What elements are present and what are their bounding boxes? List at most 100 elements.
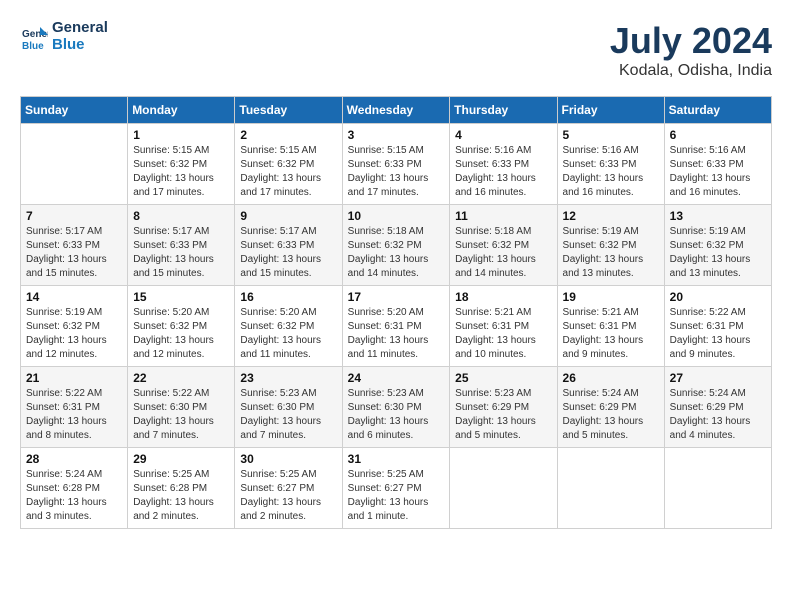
day-info: Sunrise: 5:16 AM Sunset: 6:33 PM Dayligh…	[563, 144, 659, 200]
title-block: July 2024 Kodala, Odisha, India	[610, 20, 772, 80]
day-info: Sunrise: 5:19 AM Sunset: 6:32 PM Dayligh…	[26, 306, 122, 362]
calendar-cell: 6 Sunrise: 5:16 AM Sunset: 6:33 PM Daylig…	[664, 124, 771, 205]
day-number: 30	[240, 452, 336, 466]
day-number: 21	[26, 371, 122, 385]
week-row-3: 14 Sunrise: 5:19 AM Sunset: 6:32 PM Dayli…	[21, 286, 772, 367]
calendar-cell: 18 Sunrise: 5:21 AM Sunset: 6:31 PM Dayli…	[450, 286, 557, 367]
calendar-cell: 30 Sunrise: 5:25 AM Sunset: 6:27 PM Dayli…	[235, 448, 342, 529]
header-friday: Friday	[557, 97, 664, 124]
day-number: 14	[26, 290, 122, 304]
day-number: 7	[26, 209, 122, 223]
calendar-cell: 14 Sunrise: 5:19 AM Sunset: 6:32 PM Dayli…	[21, 286, 128, 367]
day-number: 6	[670, 128, 766, 142]
logo-icon: General Blue	[20, 23, 48, 51]
calendar-cell: 4Sunrise: 5:16 AM Sunset: 6:33 PM Daylig…	[450, 124, 557, 205]
header-monday: Monday	[128, 97, 235, 124]
day-number: 3	[348, 128, 445, 142]
day-number: 31	[348, 452, 445, 466]
header-wednesday: Wednesday	[342, 97, 450, 124]
day-number: 28	[26, 452, 122, 466]
day-number: 10	[348, 209, 445, 223]
day-number: 24	[348, 371, 445, 385]
day-info: Sunrise: 5:21 AM Sunset: 6:31 PM Dayligh…	[455, 306, 551, 362]
day-number: 23	[240, 371, 336, 385]
day-info: Sunrise: 5:19 AM Sunset: 6:32 PM Dayligh…	[563, 225, 659, 281]
day-number: 26	[563, 371, 659, 385]
header-tuesday: Tuesday	[235, 97, 342, 124]
day-info: Sunrise: 5:17 AM Sunset: 6:33 PM Dayligh…	[26, 225, 122, 281]
day-info: Sunrise: 5:18 AM Sunset: 6:32 PM Dayligh…	[348, 225, 445, 281]
day-number: 5	[563, 128, 659, 142]
calendar-cell: 5 Sunrise: 5:16 AM Sunset: 6:33 PM Daylig…	[557, 124, 664, 205]
day-info: Sunrise: 5:25 AM Sunset: 6:28 PM Dayligh…	[133, 468, 229, 524]
day-number: 1	[133, 128, 229, 142]
logo-blue: Blue	[52, 37, 108, 54]
week-row-5: 28 Sunrise: 5:24 AM Sunset: 6:28 PM Dayli…	[21, 448, 772, 529]
logo-general: General	[52, 20, 108, 37]
day-number: 15	[133, 290, 229, 304]
calendar-cell: 2 Sunrise: 5:15 AM Sunset: 6:32 PM Daylig…	[235, 124, 342, 205]
calendar-cell: 7 Sunrise: 5:17 AM Sunset: 6:33 PM Daylig…	[21, 205, 128, 286]
calendar-cell: 24Sunrise: 5:23 AM Sunset: 6:30 PM Dayli…	[342, 367, 450, 448]
day-number: 12	[563, 209, 659, 223]
calendar-cell: 3 Sunrise: 5:15 AM Sunset: 6:33 PM Daylig…	[342, 124, 450, 205]
day-info: Sunrise: 5:17 AM Sunset: 6:33 PM Dayligh…	[240, 225, 336, 281]
day-info: Sunrise: 5:25 AM Sunset: 6:27 PM Dayligh…	[348, 468, 445, 524]
page-header: General Blue General Blue July 2024 Koda…	[20, 20, 772, 80]
day-info: Sunrise: 5:24 AM Sunset: 6:29 PM Dayligh…	[670, 387, 766, 443]
calendar-cell: 13 Sunrise: 5:19 AM Sunset: 6:32 PM Dayli…	[664, 205, 771, 286]
day-info: Sunrise: 5:24 AM Sunset: 6:29 PM Dayligh…	[563, 387, 659, 443]
calendar-cell: 8Sunrise: 5:17 AM Sunset: 6:33 PM Daylig…	[128, 205, 235, 286]
day-number: 8	[133, 209, 229, 223]
calendar-cell	[557, 448, 664, 529]
day-info: Sunrise: 5:18 AM Sunset: 6:32 PM Dayligh…	[455, 225, 551, 281]
day-info: Sunrise: 5:19 AM Sunset: 6:32 PM Dayligh…	[670, 225, 766, 281]
day-info: Sunrise: 5:16 AM Sunset: 6:33 PM Dayligh…	[670, 144, 766, 200]
day-info: Sunrise: 5:20 AM Sunset: 6:32 PM Dayligh…	[133, 306, 229, 362]
day-info: Sunrise: 5:25 AM Sunset: 6:27 PM Dayligh…	[240, 468, 336, 524]
logo: General Blue General Blue	[20, 20, 108, 53]
day-info: Sunrise: 5:16 AM Sunset: 6:33 PM Dayligh…	[455, 144, 551, 200]
calendar-cell: 31 Sunrise: 5:25 AM Sunset: 6:27 PM Dayli…	[342, 448, 450, 529]
calendar-cell: 28 Sunrise: 5:24 AM Sunset: 6:28 PM Dayli…	[21, 448, 128, 529]
calendar-cell: 1 Sunrise: 5:15 AM Sunset: 6:32 PM Daylig…	[128, 124, 235, 205]
header-thursday: Thursday	[450, 97, 557, 124]
day-info: Sunrise: 5:15 AM Sunset: 6:32 PM Dayligh…	[133, 144, 229, 200]
day-info: Sunrise: 5:23 AM Sunset: 6:29 PM Dayligh…	[455, 387, 551, 443]
calendar-cell: 19 Sunrise: 5:21 AM Sunset: 6:31 PM Dayli…	[557, 286, 664, 367]
day-number: 18	[455, 290, 551, 304]
day-info: Sunrise: 5:15 AM Sunset: 6:32 PM Dayligh…	[240, 144, 336, 200]
day-info: Sunrise: 5:21 AM Sunset: 6:31 PM Dayligh…	[563, 306, 659, 362]
location-subtitle: Kodala, Odisha, India	[610, 62, 772, 80]
calendar-cell: 22 Sunrise: 5:22 AM Sunset: 6:30 PM Dayli…	[128, 367, 235, 448]
day-number: 22	[133, 371, 229, 385]
day-number: 25	[455, 371, 551, 385]
day-info: Sunrise: 5:23 AM Sunset: 6:30 PM Dayligh…	[240, 387, 336, 443]
day-number: 13	[670, 209, 766, 223]
calendar-cell: 10 Sunrise: 5:18 AM Sunset: 6:32 PM Dayli…	[342, 205, 450, 286]
calendar-cell: 25 Sunrise: 5:23 AM Sunset: 6:29 PM Dayli…	[450, 367, 557, 448]
calendar-header-row: SundayMondayTuesdayWednesdayThursdayFrid…	[21, 97, 772, 124]
month-year-title: July 2024	[610, 20, 772, 62]
calendar-cell: 29 Sunrise: 5:25 AM Sunset: 6:28 PM Dayli…	[128, 448, 235, 529]
day-number: 19	[563, 290, 659, 304]
day-info: Sunrise: 5:20 AM Sunset: 6:32 PM Dayligh…	[240, 306, 336, 362]
header-sunday: Sunday	[21, 97, 128, 124]
calendar-cell: 16 Sunrise: 5:20 AM Sunset: 6:32 PM Dayli…	[235, 286, 342, 367]
week-row-2: 7 Sunrise: 5:17 AM Sunset: 6:33 PM Daylig…	[21, 205, 772, 286]
day-info: Sunrise: 5:22 AM Sunset: 6:31 PM Dayligh…	[26, 387, 122, 443]
calendar-cell	[21, 124, 128, 205]
day-info: Sunrise: 5:22 AM Sunset: 6:30 PM Dayligh…	[133, 387, 229, 443]
day-info: Sunrise: 5:20 AM Sunset: 6:31 PM Dayligh…	[348, 306, 445, 362]
header-saturday: Saturday	[664, 97, 771, 124]
week-row-1: 1 Sunrise: 5:15 AM Sunset: 6:32 PM Daylig…	[21, 124, 772, 205]
day-number: 2	[240, 128, 336, 142]
calendar-cell: 20Sunrise: 5:22 AM Sunset: 6:31 PM Dayli…	[664, 286, 771, 367]
day-info: Sunrise: 5:22 AM Sunset: 6:31 PM Dayligh…	[670, 306, 766, 362]
calendar-cell: 21 Sunrise: 5:22 AM Sunset: 6:31 PM Dayli…	[21, 367, 128, 448]
day-number: 29	[133, 452, 229, 466]
day-info: Sunrise: 5:24 AM Sunset: 6:28 PM Dayligh…	[26, 468, 122, 524]
day-number: 16	[240, 290, 336, 304]
day-info: Sunrise: 5:15 AM Sunset: 6:33 PM Dayligh…	[348, 144, 445, 200]
calendar-cell: 26 Sunrise: 5:24 AM Sunset: 6:29 PM Dayli…	[557, 367, 664, 448]
